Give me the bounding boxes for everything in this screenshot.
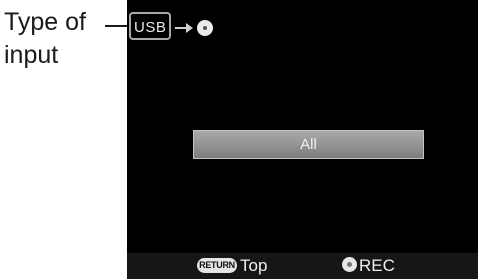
all-option-button[interactable]: All xyxy=(193,130,424,159)
rec-action-label: REC xyxy=(359,256,395,275)
callout-leader-line xyxy=(105,25,129,27)
input-type-label: USB xyxy=(134,19,167,36)
input-type-callout: Type of input xyxy=(4,6,86,72)
device-screen: USB All RETURN Top REC xyxy=(127,0,478,279)
button-guide-bar: RETURN Top REC xyxy=(127,253,478,279)
callout-line-2: input xyxy=(4,41,59,69)
return-action-label: Top xyxy=(240,256,268,275)
breadcrumb: USB xyxy=(127,9,478,40)
arrow-right-icon xyxy=(175,23,193,33)
return-button-icon: RETURN xyxy=(197,258,237,273)
callout-line-1: Type of xyxy=(4,8,86,36)
disc-icon xyxy=(197,20,213,36)
rec-button-icon xyxy=(342,257,357,272)
